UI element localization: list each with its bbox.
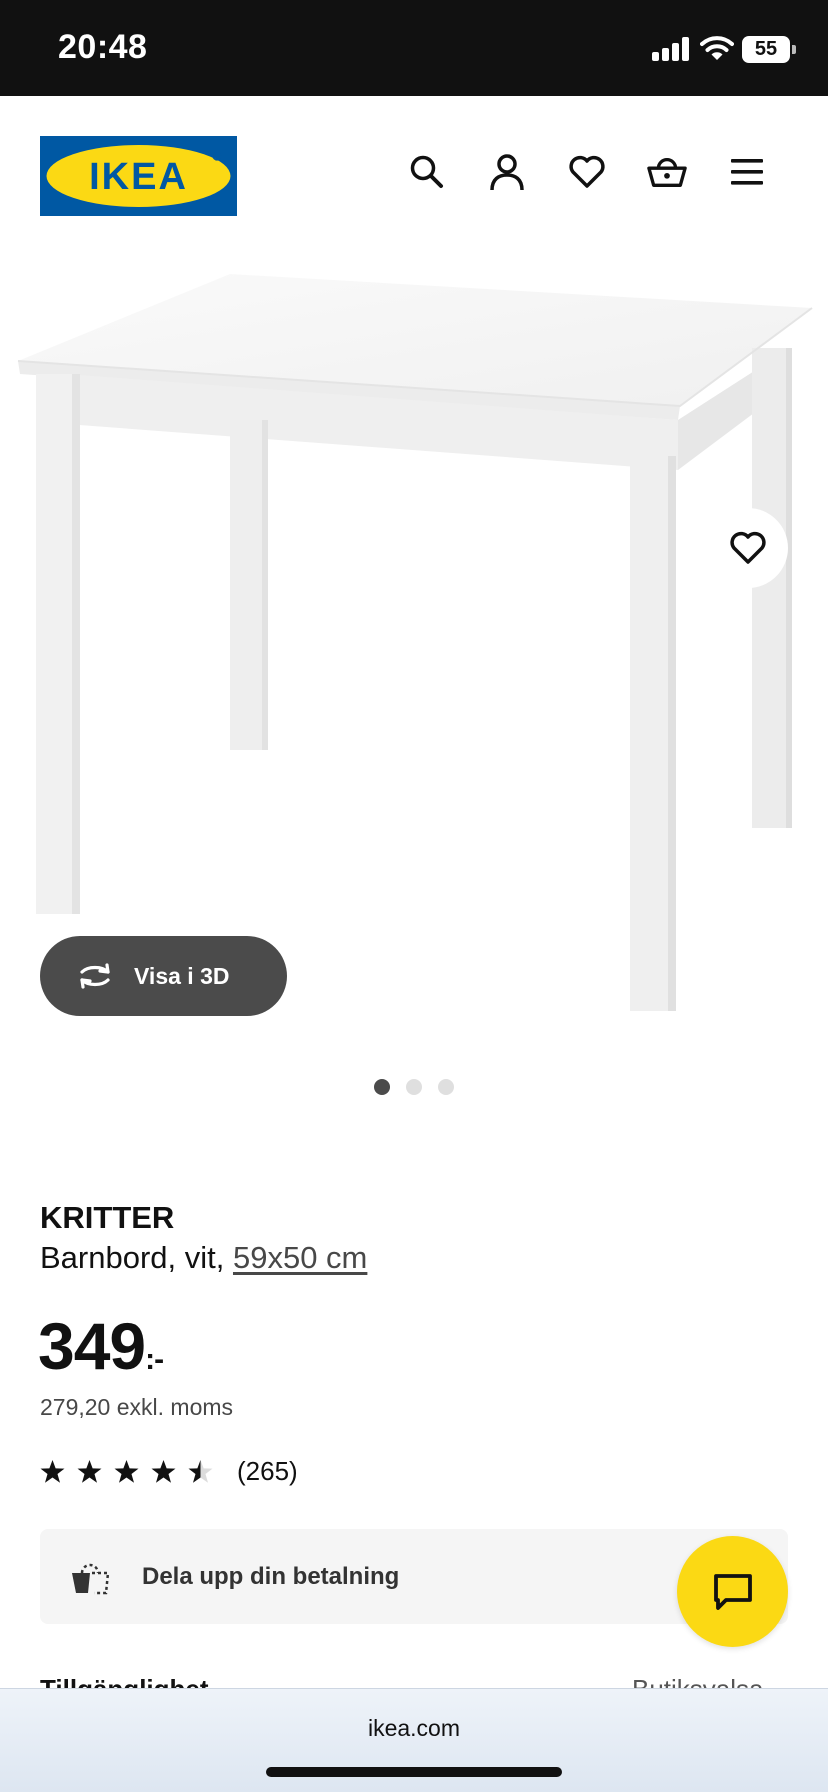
product-description: Barnbord, vit, 59x50 cm: [40, 1240, 367, 1276]
star-icon: [114, 1460, 139, 1483]
half-star-icon: [188, 1460, 213, 1483]
cellular-signal-icon: [652, 37, 692, 61]
price-suffix: :-: [145, 1343, 164, 1376]
status-bar: 20:48 55: [0, 0, 828, 96]
carousel-dot[interactable]: [374, 1079, 390, 1095]
carousel-dot[interactable]: [438, 1079, 454, 1095]
carousel-indicator: [0, 1079, 828, 1097]
status-time: 20:48: [58, 28, 148, 66]
product-type: Barnbord, vit,: [40, 1240, 233, 1275]
basket-icon[interactable]: [647, 152, 687, 192]
star-icon: [77, 1460, 102, 1483]
search-icon[interactable]: [407, 152, 447, 192]
review-count[interactable]: (265): [237, 1456, 298, 1487]
heart-icon[interactable]: [567, 152, 607, 192]
view-in-3d-button[interactable]: Visa i 3D: [40, 936, 287, 1016]
browser-address-bar[interactable]: ikea.com: [0, 1688, 828, 1792]
menu-icon[interactable]: [727, 152, 767, 192]
star-icon: [151, 1460, 176, 1483]
product-name: KRITTER: [40, 1200, 175, 1235]
svg-text:IKEA: IKEA: [89, 156, 188, 198]
ikea-logo[interactable]: IKEA: [40, 136, 237, 216]
carousel-dot[interactable]: [406, 1079, 422, 1095]
site-header: IKEA: [0, 96, 828, 256]
heart-icon: [730, 531, 766, 564]
payment-split-icon: [72, 1563, 110, 1594]
chat-icon: [713, 1573, 752, 1610]
chat-button[interactable]: [677, 1536, 788, 1647]
add-to-favorites-button[interactable]: [708, 508, 788, 588]
star-icon: [40, 1460, 65, 1483]
size-link[interactable]: 59x50 cm: [233, 1240, 367, 1275]
view-in-3d-label: Visa i 3D: [134, 962, 230, 989]
url-text[interactable]: ikea.com: [0, 1715, 828, 1742]
product-price: 349:-: [38, 1308, 164, 1384]
price-value: 349: [38, 1309, 146, 1383]
home-indicator[interactable]: [266, 1767, 562, 1777]
account-icon[interactable]: [487, 152, 527, 192]
price-excl-vat: 279,20 exkl. moms: [40, 1394, 234, 1420]
split-payment-banner[interactable]: Dela upp din betalning: [40, 1529, 788, 1624]
rotate-3d-icon: [80, 963, 110, 989]
battery-indicator: 55: [742, 36, 796, 63]
product-rating[interactable]: (265): [40, 1456, 298, 1487]
wifi-icon: [700, 34, 734, 62]
rating-stars: [40, 1459, 213, 1484]
split-payment-label: Dela upp din betalning: [142, 1562, 400, 1590]
